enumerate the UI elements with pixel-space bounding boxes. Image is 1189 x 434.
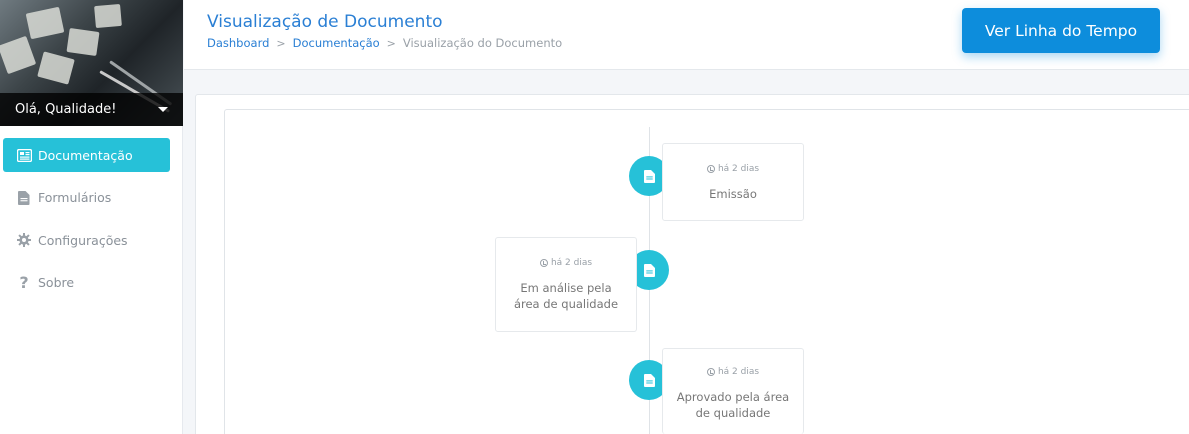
clock-icon bbox=[539, 259, 548, 267]
timeline-label: Aprovado pela área de qualidade bbox=[676, 390, 790, 420]
page-header: Visualização de Documento Dashboard > Do… bbox=[184, 0, 1189, 70]
breadcrumb-current: Visualização do Documento bbox=[402, 36, 563, 50]
file-icon bbox=[643, 263, 655, 277]
timeline-time: há 2 dias bbox=[673, 367, 793, 377]
file-icon bbox=[643, 373, 655, 387]
view-timeline-button[interactable]: Ver Linha do Tempo bbox=[962, 8, 1160, 53]
timeline-label: Em análise pela área de qualidade bbox=[513, 281, 619, 311]
sidebar-item-label: Formulários bbox=[38, 190, 112, 205]
file-icon bbox=[643, 169, 655, 183]
breadcrumb-documentacao[interactable]: Documentação bbox=[293, 36, 380, 50]
timeline-card: há 2 dias Em análise pela área de qualid… bbox=[495, 237, 637, 332]
banner-decoration bbox=[37, 51, 75, 85]
user-greeting: Olá, Qualidade! bbox=[15, 102, 117, 117]
sidebar-item-configuracoes[interactable]: Configurações bbox=[3, 223, 170, 257]
timeline-time-text: há 2 dias bbox=[717, 367, 760, 377]
banner-decoration bbox=[66, 28, 100, 56]
timeline-time-text: há 2 dias bbox=[717, 164, 760, 174]
sidebar-nav: Documentação Formulários Configurações ?… bbox=[0, 126, 182, 300]
question-icon: ? bbox=[19, 273, 29, 292]
timeline-time: há 2 dias bbox=[663, 164, 803, 174]
timeline-card: há 2 dias Emissão bbox=[662, 143, 804, 221]
caret-down-icon[interactable] bbox=[158, 107, 168, 112]
chevron-right-icon: > bbox=[276, 36, 286, 50]
sidebar-item-sobre[interactable]: ? Sobre bbox=[3, 266, 170, 300]
clock-icon bbox=[706, 165, 715, 173]
chevron-right-icon: > bbox=[386, 36, 396, 50]
newspaper-icon bbox=[16, 147, 32, 163]
banner-decoration bbox=[0, 35, 37, 75]
sidebar-item-label: Documentação bbox=[38, 147, 133, 163]
file-icon bbox=[16, 190, 32, 206]
timeline-label: Emissão bbox=[709, 187, 757, 201]
timeline-card: há 2 dias Aprovado pela área de qualidad… bbox=[662, 348, 804, 434]
banner-decoration bbox=[25, 6, 65, 40]
page-title: Visualização de Documento bbox=[207, 12, 443, 32]
sidebar-item-formularios[interactable]: Formulários bbox=[3, 181, 170, 215]
sidebar-item-label: Sobre bbox=[38, 275, 75, 290]
sidebar: Olá, Qualidade! Documentação Formulários… bbox=[0, 0, 183, 434]
profile-banner: Olá, Qualidade! bbox=[0, 0, 183, 126]
sidebar-item-label: Configurações bbox=[38, 232, 128, 248]
timeline-time: há 2 dias bbox=[506, 258, 626, 268]
gear-icon bbox=[16, 232, 32, 248]
breadcrumb: Dashboard > Documentação > Visualização … bbox=[207, 36, 562, 50]
timeline-time-text: há 2 dias bbox=[550, 258, 593, 268]
sidebar-item-documentacao[interactable]: Documentação bbox=[3, 138, 170, 172]
user-menu[interactable]: Olá, Qualidade! bbox=[0, 93, 183, 126]
breadcrumb-dashboard[interactable]: Dashboard bbox=[207, 36, 269, 50]
banner-decoration bbox=[94, 3, 122, 29]
clock-icon bbox=[706, 368, 715, 376]
